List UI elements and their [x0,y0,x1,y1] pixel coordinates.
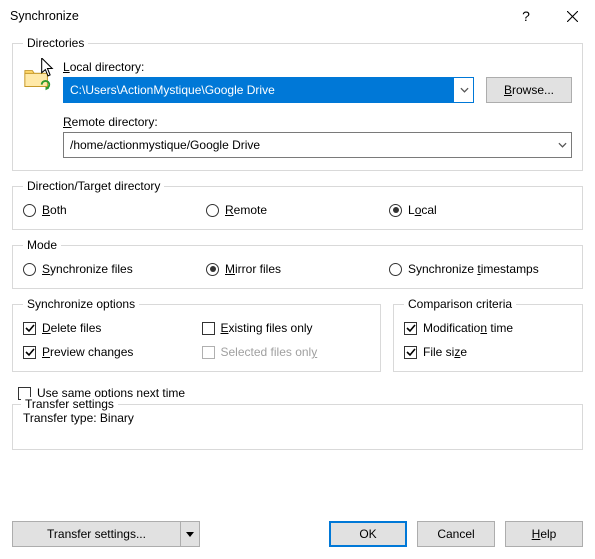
local-dir-combo[interactable]: C:\Users\ActionMystique\Google Drive [63,77,474,103]
direction-group: Direction/Target directory Both Remote L… [12,179,583,230]
remote-dir-value[interactable]: /home/actionmystique/Google Drive [64,138,552,152]
chevron-down-icon[interactable] [181,532,199,537]
mode-timestamps-radio[interactable]: Synchronize timestamps [389,262,572,276]
preview-changes-check[interactable]: Preview changes [23,345,192,359]
file-size-check[interactable]: File size [404,345,572,359]
cancel-button[interactable]: Cancel [417,521,495,547]
close-icon[interactable] [549,0,595,32]
local-dir-value[interactable]: C:\Users\ActionMystique\Google Drive [64,83,454,97]
window-title: Synchronize [10,9,503,23]
group-legend: Direction/Target directory [23,179,164,193]
group-legend: Transfer settings [21,397,118,411]
mode-mirror-radio[interactable]: Mirror files [206,262,389,276]
direction-local-radio[interactable]: Local [389,203,572,217]
sync-options-group: Synchronize options Delete files Existin… [12,297,381,372]
mod-time-check[interactable]: Modification time [404,321,572,335]
direction-remote-radio[interactable]: Remote [206,203,389,217]
help-button[interactable]: Help [505,521,583,547]
group-legend: Mode [23,238,61,252]
mode-group: Mode Synchronize files Mirror files Sync… [12,238,583,289]
remote-dir-combo[interactable]: /home/actionmystique/Google Drive [63,132,572,158]
chevron-down-icon[interactable] [454,78,473,102]
remote-dir-label: Remote directory: [63,115,572,129]
ok-button[interactable]: OK [329,521,407,547]
selected-files-check: Selected files only [202,345,371,359]
mode-sync-radio[interactable]: Synchronize files [23,262,206,276]
sync-folders-icon [23,64,53,94]
directories-group: Directories Local directory: [12,36,583,171]
group-legend: Synchronize options [23,297,139,311]
local-dir-label: Local directory: [63,60,572,74]
direction-both-radio[interactable]: Both [23,203,206,217]
dialog-footer: Transfer settings... OK Cancel Help [12,521,583,547]
transfer-settings-button[interactable]: Transfer settings... [12,521,200,547]
titlebar: Synchronize ? [0,0,595,32]
transfer-settings-group: Transfer settings Transfer type: Binary [12,404,583,450]
group-legend: Directories [23,36,88,50]
chevron-down-icon[interactable] [552,133,571,157]
help-icon[interactable]: ? [503,0,549,32]
existing-files-check[interactable]: Existing files only [202,321,371,335]
group-legend: Comparison criteria [404,297,516,311]
delete-files-check[interactable]: Delete files [23,321,192,335]
transfer-type-label: Transfer type: Binary [23,411,572,425]
synchronize-dialog: Synchronize ? Directories [0,0,595,559]
comparison-group: Comparison criteria Modification time Fi… [393,297,583,372]
browse-button[interactable]: Browse... [486,77,572,103]
